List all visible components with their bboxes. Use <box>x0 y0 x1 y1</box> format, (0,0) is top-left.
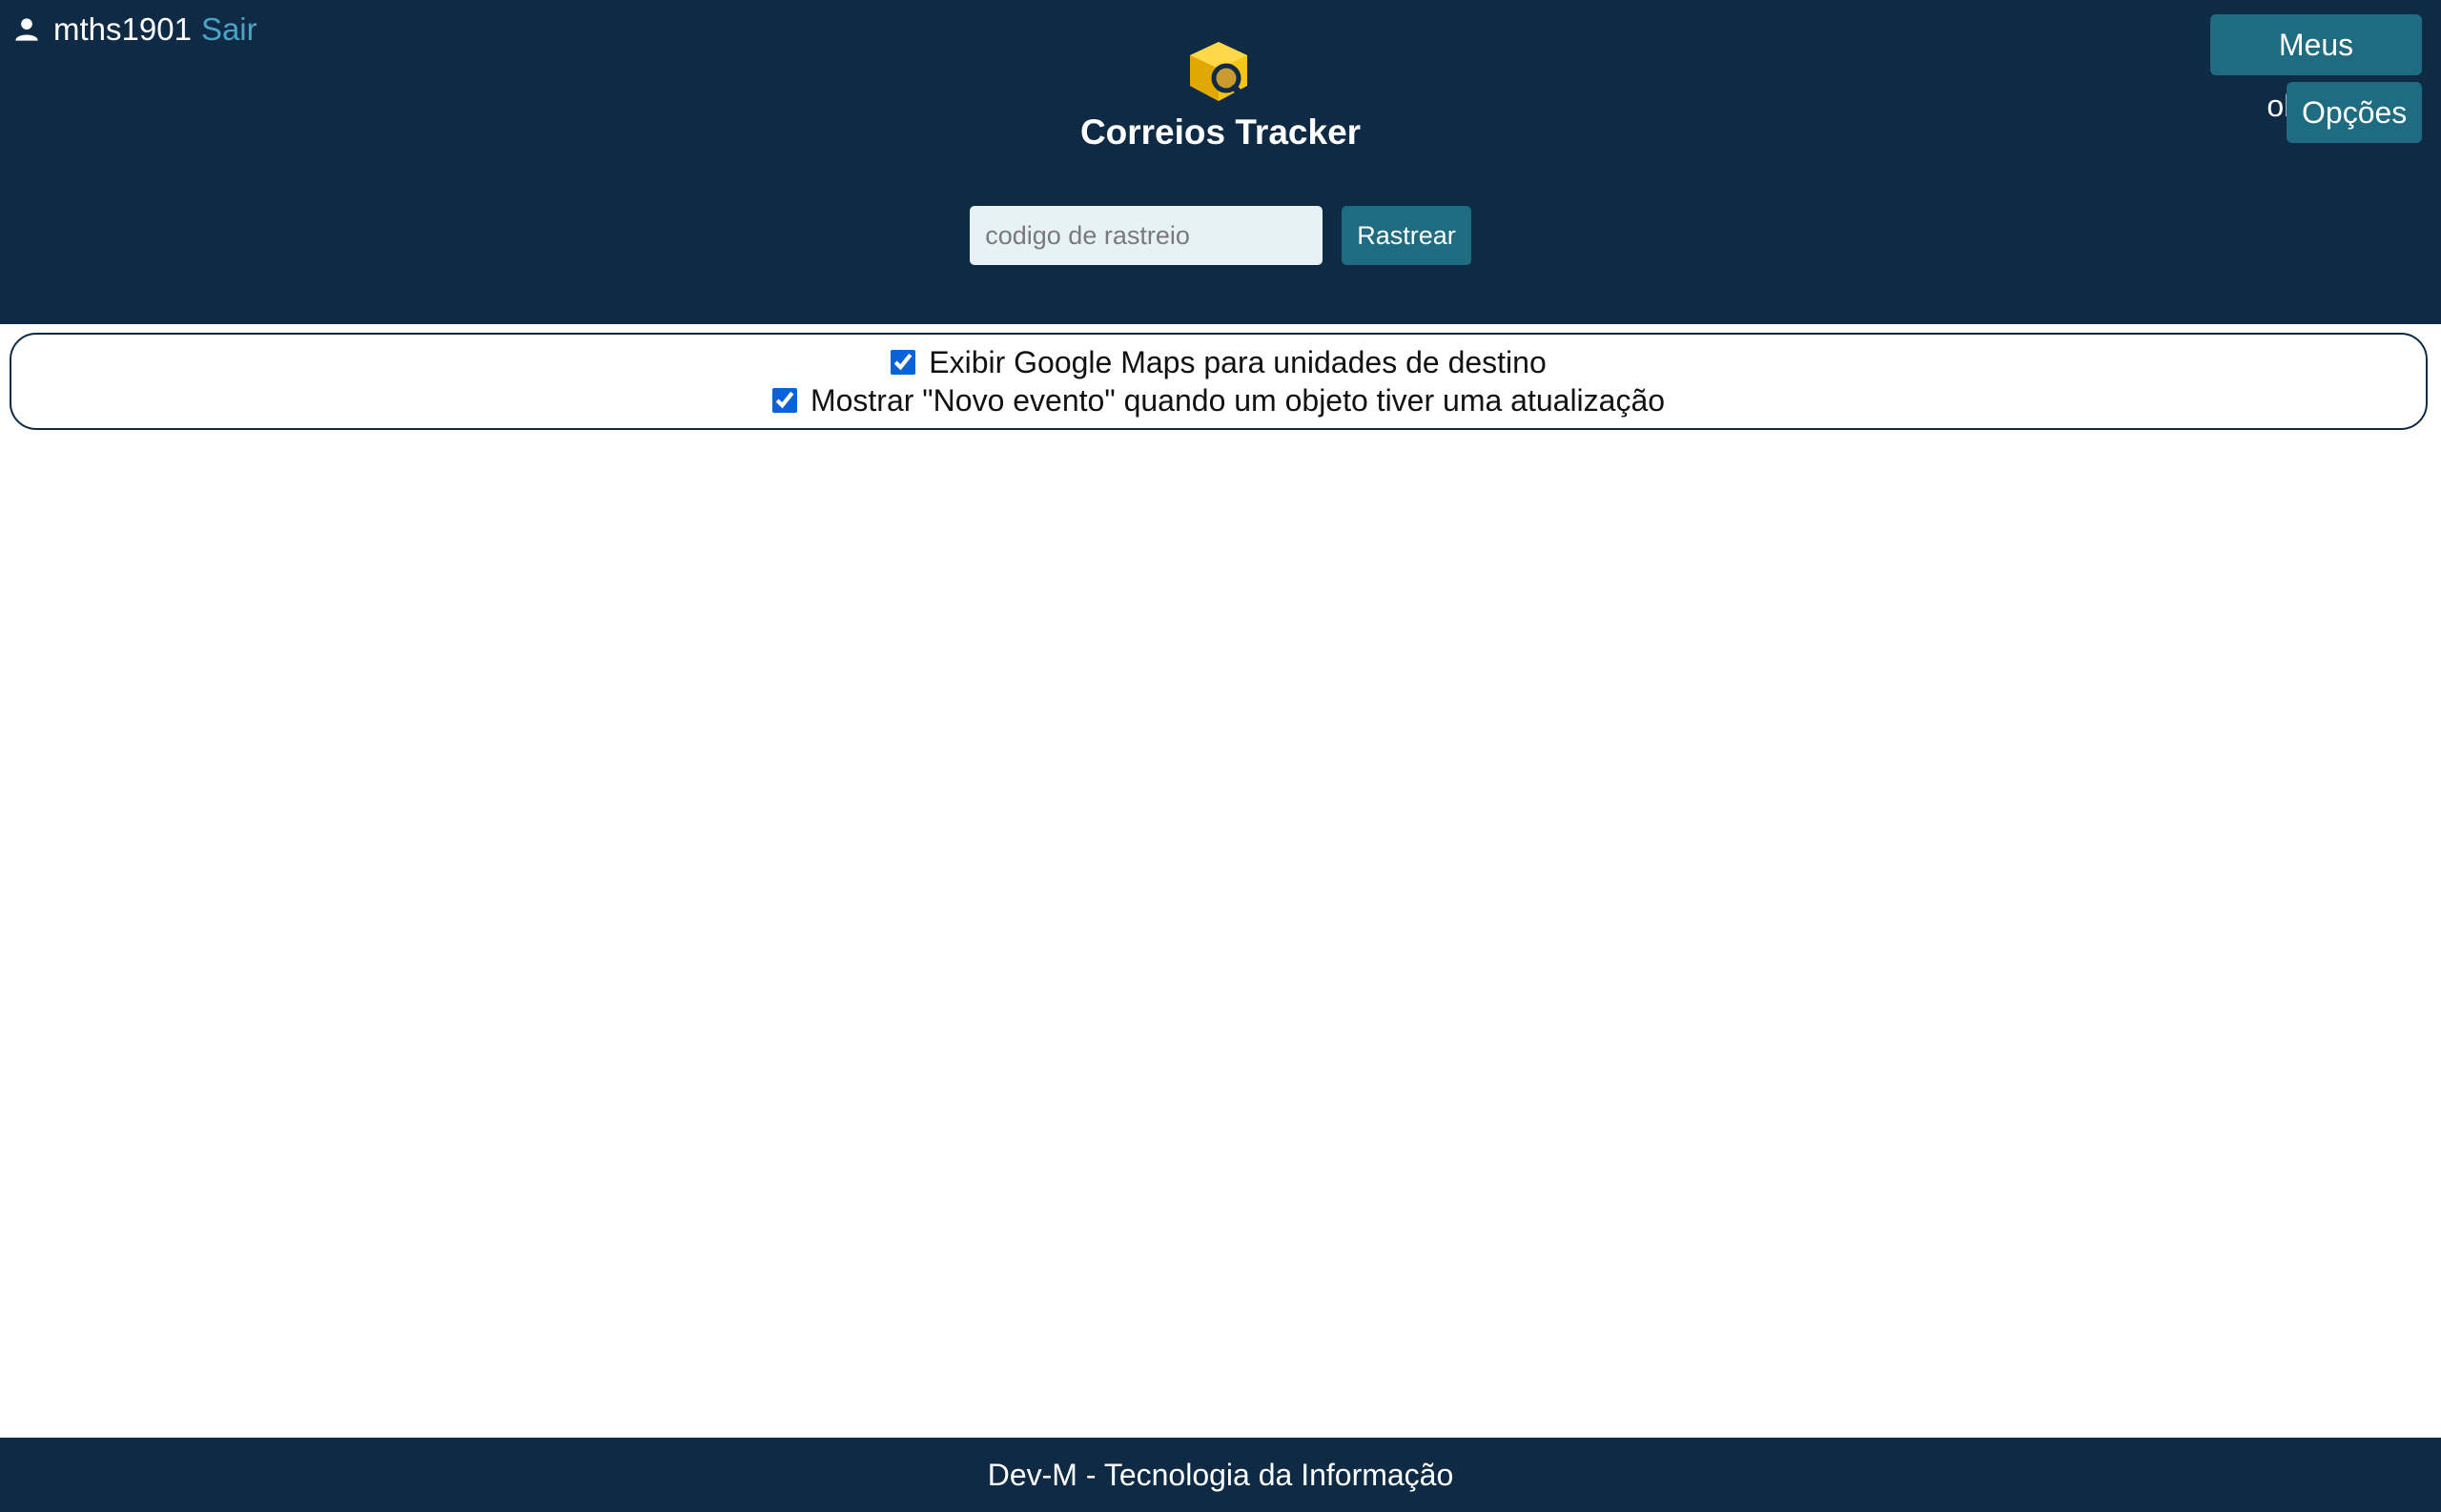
page: mths1901 Sair Meus objetos Opções Correi… <box>0 0 2441 1512</box>
track-button[interactable]: Rastrear <box>1342 206 1471 265</box>
footer: Dev-M - Tecnologia da Informação <box>0 1438 2441 1512</box>
header: mths1901 Sair Meus objetos Opções Correi… <box>0 0 2441 324</box>
new-event-checkbox[interactable] <box>771 388 797 413</box>
search-row: Rastrear <box>0 206 2441 265</box>
box-search-icon <box>1190 42 1255 111</box>
google-maps-checkbox[interactable] <box>891 350 916 375</box>
tracking-code-input[interactable] <box>970 206 1323 265</box>
option-new-event: Mostrar "Novo evento" quando um objeto t… <box>771 381 1666 419</box>
options-panel: Exibir Google Maps para unidades de dest… <box>10 333 2428 430</box>
option-google-maps: Exibir Google Maps para unidades de dest… <box>891 343 1547 381</box>
user-icon <box>15 18 38 41</box>
google-maps-label: Exibir Google Maps para unidades de dest… <box>929 344 1547 379</box>
new-event-label: Mostrar "Novo evento" quando um objeto t… <box>810 382 1666 418</box>
user-area: mths1901 Sair <box>13 10 257 50</box>
app-title: Correios Tracker <box>1079 112 1362 152</box>
logout-link[interactable]: Sair <box>201 11 257 48</box>
footer-text: Dev-M - Tecnologia da Informação <box>987 1457 1454 1492</box>
my-objects-button[interactable]: Meus objetos <box>2210 14 2422 123</box>
username: mths1901 <box>53 11 192 47</box>
